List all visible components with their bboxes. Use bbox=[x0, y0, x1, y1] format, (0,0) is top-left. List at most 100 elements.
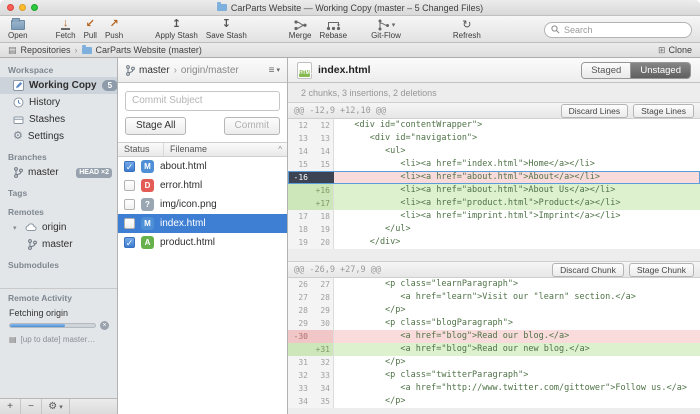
refresh-button[interactable]: ↻ Refresh bbox=[449, 17, 485, 42]
diff-line[interactable]: 18 19 </ul> bbox=[288, 223, 700, 236]
breadcrumb-repositories[interactable]: Repositories bbox=[21, 45, 71, 55]
breadcrumb-separator-icon: › bbox=[75, 45, 78, 55]
stage-checkbox[interactable] bbox=[124, 161, 135, 172]
staged-tab[interactable]: Staged bbox=[582, 63, 631, 78]
stage-checkbox[interactable] bbox=[124, 218, 135, 229]
diff-line[interactable]: 15 15 <li><a href="index.html">Home</a><… bbox=[288, 158, 700, 171]
sidebar-item-branch-master[interactable]: master HEAD ×2 bbox=[0, 164, 117, 181]
stage-chunk-button[interactable]: Stage Chunk bbox=[629, 263, 694, 277]
minimize-window-button[interactable] bbox=[19, 4, 26, 11]
stashes-icon bbox=[13, 114, 24, 125]
remove-repository-button[interactable]: − bbox=[21, 399, 42, 414]
diff-line[interactable]: +17 <li><a href="product.html">Product</… bbox=[288, 197, 700, 210]
sidebar-item-settings[interactable]: ⚙ Settings bbox=[0, 128, 117, 145]
clone-button[interactable]: ⊞ Clone bbox=[658, 45, 692, 55]
old-line-number: 33 bbox=[288, 382, 311, 395]
stage-all-button[interactable]: Stage All bbox=[125, 117, 186, 135]
push-button[interactable]: ↗ Push bbox=[101, 17, 127, 42]
stage-checkbox[interactable] bbox=[124, 199, 135, 210]
diff-line[interactable]: 26 27 <p class="learnParagraph"> bbox=[288, 278, 700, 291]
new-line-number: 27 bbox=[311, 278, 334, 291]
new-line-number: 33 bbox=[311, 369, 334, 382]
sidebar-item-remote-origin[interactable]: ▾ origin bbox=[0, 219, 117, 236]
disclosure-triangle-icon[interactable]: ▾ bbox=[13, 224, 20, 232]
merge-button[interactable]: Merge bbox=[285, 17, 316, 42]
old-line-number: 29 bbox=[288, 317, 311, 330]
code-text: <a href="learn">Visit our "learn" sectio… bbox=[334, 291, 700, 304]
diff-line[interactable]: +31 <a href="blog">Read our new blog.</a… bbox=[288, 343, 700, 356]
diff-line[interactable]: +16 <li><a href="about.html">About Us</a… bbox=[288, 184, 700, 197]
fetch-button[interactable]: ↓ Fetch bbox=[52, 17, 80, 42]
open-button[interactable]: Open bbox=[4, 17, 32, 42]
code-text: </div> bbox=[334, 236, 700, 249]
search-field bbox=[544, 22, 692, 38]
list-icon: ≡ bbox=[269, 65, 275, 76]
diff-line[interactable]: 33 34 <a href="http://www.twitter.com/gi… bbox=[288, 382, 700, 395]
zoom-window-button[interactable] bbox=[31, 4, 38, 11]
branch-icon bbox=[13, 167, 23, 178]
search-icon bbox=[551, 25, 560, 34]
add-repository-button[interactable]: + bbox=[0, 399, 21, 414]
file-row[interactable]: ? img/icon.png bbox=[118, 195, 287, 214]
diff-line[interactable]: 12 12 <div id="contentWrapper"> bbox=[288, 119, 700, 132]
discard-chunk-button[interactable]: Discard Chunk bbox=[552, 263, 624, 277]
diff-line[interactable]: -30 <a href="blog">Read our blog.</a> bbox=[288, 330, 700, 343]
repo-folder-icon bbox=[82, 47, 92, 54]
rebase-button[interactable]: Rebase bbox=[315, 17, 351, 42]
diff-line[interactable]: 17 18 <li><a href="imprint.html">Imprint… bbox=[288, 210, 700, 223]
diff-line[interactable]: 34 35 </p> bbox=[288, 395, 700, 408]
sidebar-item-stashes[interactable]: Stashes bbox=[0, 111, 117, 128]
diff-line[interactable]: -16 <li><a href="about.html">About</a></… bbox=[288, 171, 700, 184]
search-input[interactable] bbox=[564, 25, 685, 35]
stage-lines-button[interactable]: Stage Lines bbox=[633, 104, 694, 118]
new-line-number: 19 bbox=[311, 223, 334, 236]
discard-lines-button[interactable]: Discard Lines bbox=[561, 104, 629, 118]
breadcrumb-current-repo[interactable]: CarParts Website (master) bbox=[96, 45, 202, 55]
diff-line[interactable]: 32 33 <p class="twitterParagraph"> bbox=[288, 369, 700, 382]
pull-button[interactable]: ↙ Pull bbox=[80, 17, 101, 42]
sidebar-item-history[interactable]: History bbox=[0, 94, 117, 111]
code-text: </p> bbox=[334, 356, 700, 369]
commit-actions: Stage All Commit bbox=[118, 111, 287, 142]
changed-files-badge: 5 bbox=[102, 80, 118, 91]
commit-panel: master › origin/master ≡ ▾ Stage All Com… bbox=[118, 58, 288, 414]
view-options-button[interactable]: ≡ ▾ bbox=[269, 65, 280, 76]
stage-checkbox[interactable] bbox=[124, 180, 135, 191]
new-line-number: 15 bbox=[311, 158, 334, 171]
code-text: <li><a href="index.html">Home</a></li> bbox=[334, 158, 700, 171]
file-row[interactable]: D error.html bbox=[118, 176, 287, 195]
old-line-number: 13 bbox=[288, 132, 311, 145]
current-branch-label: master bbox=[139, 65, 170, 76]
sidebar-item-remote-master[interactable]: master bbox=[0, 236, 117, 253]
file-row[interactable]: M index.html bbox=[118, 214, 287, 233]
head-badge: HEAD ×2 bbox=[76, 168, 112, 178]
column-header-status[interactable]: Status bbox=[118, 143, 164, 156]
diff-line[interactable]: 14 14 <ul> bbox=[288, 145, 700, 158]
save-stash-button[interactable]: ↧ Save Stash bbox=[202, 17, 251, 42]
apply-stash-button[interactable]: ↥ Apply Stash bbox=[151, 17, 202, 42]
activity-status-text: [up to date] master… bbox=[21, 335, 96, 344]
close-window-button[interactable] bbox=[7, 4, 14, 11]
sidebar-item-working-copy[interactable]: Working Copy 5 bbox=[0, 77, 117, 94]
old-line-number: 26 bbox=[288, 278, 311, 291]
diff-line[interactable]: 27 28 <a href="learn">Visit our "learn" … bbox=[288, 291, 700, 304]
stage-checkbox[interactable] bbox=[124, 237, 135, 248]
sidebar-settings-menu-button[interactable]: ⚙ ▾ bbox=[42, 399, 70, 414]
diff-line[interactable]: 28 29 </p> bbox=[288, 304, 700, 317]
column-header-filename[interactable]: Filename ^ bbox=[164, 144, 287, 154]
commit-button[interactable]: Commit bbox=[224, 117, 280, 135]
sidebar-section-workspace: Workspace bbox=[0, 58, 117, 77]
diff-line[interactable]: 31 32 </p> bbox=[288, 356, 700, 369]
sidebar-section-branches: Branches bbox=[0, 145, 117, 164]
file-row[interactable]: M about.html bbox=[118, 157, 287, 176]
cancel-fetch-button[interactable]: × bbox=[100, 321, 109, 330]
commit-subject-input[interactable] bbox=[125, 91, 280, 111]
diff-line[interactable]: 13 13 <div id="navigation"> bbox=[288, 132, 700, 145]
toolbar: Open ↓ Fetch ↙ Pull ↗ Push ↥ Apply Stash… bbox=[0, 16, 700, 43]
unstaged-tab[interactable]: Unstaged bbox=[631, 63, 690, 78]
diff-line[interactable]: 19 20 </div> bbox=[288, 236, 700, 249]
chunk-header: @@ -12,9 +12,10 @@ Discard Lines Stage L… bbox=[288, 102, 700, 119]
file-row[interactable]: A product.html bbox=[118, 233, 287, 252]
gitflow-button[interactable]: ▾ Git-Flow bbox=[367, 17, 405, 42]
diff-line[interactable]: 29 30 <p class="blogParagraph"> bbox=[288, 317, 700, 330]
